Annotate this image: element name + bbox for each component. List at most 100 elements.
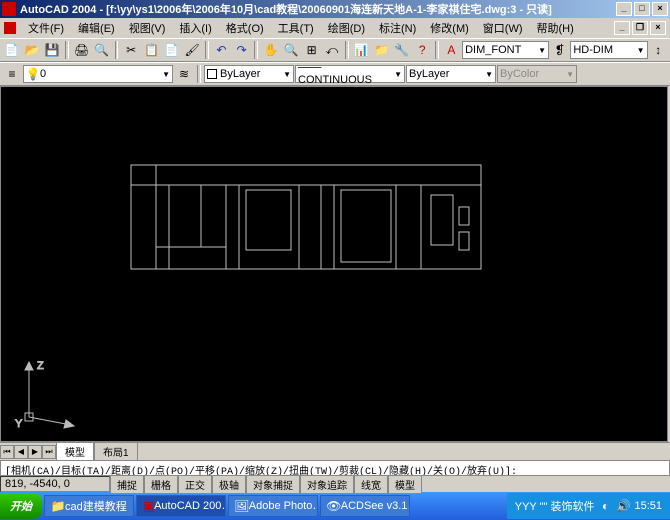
redo-icon: ↷ bbox=[235, 43, 249, 57]
lineweight-value: ByLayer bbox=[409, 68, 449, 80]
dim-style-combo[interactable]: DIM_FONT▼ bbox=[462, 41, 549, 59]
system-tray[interactable]: YYY "" 装饰软件 ◐ 🔊 15:51 bbox=[507, 493, 670, 519]
new-icon: 📄 bbox=[5, 43, 19, 57]
menu-draw[interactable]: 绘图(D) bbox=[322, 18, 371, 38]
separator bbox=[197, 65, 201, 83]
autocad-icon: ▣ bbox=[143, 499, 154, 513]
status-lwt[interactable]: 线宽 bbox=[354, 475, 388, 494]
props-button[interactable]: 📊 bbox=[352, 40, 371, 60]
paste-button[interactable]: 📄 bbox=[162, 40, 181, 60]
separator bbox=[115, 41, 119, 59]
print-icon: 🖨 bbox=[75, 43, 89, 57]
menu-dimension[interactable]: 标注(N) bbox=[373, 18, 422, 38]
window-titlebar: AutoCAD 2004 - [f:\yy\ys1\2006年\2006年10月… bbox=[0, 0, 670, 18]
tab-first-button[interactable]: ⏮ bbox=[0, 445, 14, 459]
cut-button[interactable]: ✂ bbox=[121, 40, 140, 60]
separator bbox=[254, 41, 258, 59]
layout-tabbar: ⏮ ◀ ▶ ⏭ 模型 布局1 bbox=[0, 442, 670, 460]
acdsee-icon: 👁 bbox=[327, 499, 341, 513]
separator bbox=[65, 41, 69, 59]
tool-button[interactable]: 🔧 bbox=[392, 40, 411, 60]
zoom-prev-button[interactable]: ⤺ bbox=[322, 40, 341, 60]
volume-icon[interactable]: 🔊 bbox=[616, 499, 630, 513]
dim2-button[interactable]: ❡ bbox=[550, 40, 569, 60]
copy-button[interactable]: 📋 bbox=[142, 40, 161, 60]
new-button[interactable]: 📄 bbox=[2, 40, 21, 60]
undo-button[interactable]: ↶ bbox=[212, 40, 231, 60]
menu-format[interactable]: 格式(O) bbox=[220, 18, 270, 38]
tray-icon[interactable]: ◐ bbox=[598, 499, 612, 513]
bulb-icon: 💡 bbox=[26, 67, 40, 81]
maximize-button[interactable]: □ bbox=[634, 2, 650, 16]
layer-mgr-button[interactable]: ≡ bbox=[2, 64, 22, 84]
dim2-icon: ❡ bbox=[553, 43, 567, 57]
tab-next-button[interactable]: ▶ bbox=[28, 445, 42, 459]
open-button[interactable]: 📂 bbox=[22, 40, 41, 60]
print-button[interactable]: 🖨 bbox=[72, 40, 91, 60]
doc-restore-button[interactable]: ❐ bbox=[632, 21, 648, 35]
window-title: AutoCAD 2004 - [f:\yy\ys1\2006年\2006年10月… bbox=[20, 1, 616, 17]
layer-value: 0 bbox=[40, 68, 46, 80]
minimize-button[interactable]: _ bbox=[616, 2, 632, 16]
status-snap[interactable]: 捕捉 bbox=[110, 475, 144, 494]
doc-close-button[interactable]: × bbox=[650, 21, 666, 35]
menu-view[interactable]: 视图(V) bbox=[123, 18, 172, 38]
props-icon: 📊 bbox=[354, 43, 368, 57]
status-ortho[interactable]: 正交 bbox=[178, 475, 212, 494]
doc-minimize-button[interactable]: _ bbox=[614, 21, 630, 35]
menu-edit[interactable]: 编辑(E) bbox=[72, 18, 121, 38]
match-icon: 🖌 bbox=[185, 43, 199, 57]
menu-tools[interactable]: 工具(T) bbox=[272, 18, 320, 38]
help-button[interactable]: ? bbox=[413, 40, 432, 60]
zoom-win-button[interactable]: ⊞ bbox=[302, 40, 321, 60]
plotstyle-combo[interactable]: ByColor▼ bbox=[497, 65, 577, 83]
menu-insert[interactable]: 插入(I) bbox=[173, 18, 217, 38]
layer-combo[interactable]: 💡0▼ bbox=[23, 65, 173, 83]
paste-icon: 📄 bbox=[165, 43, 179, 57]
drawing-canvas[interactable]: Z Y bbox=[0, 86, 668, 442]
menu-window[interactable]: 窗口(W) bbox=[477, 18, 529, 38]
close-button[interactable]: × bbox=[652, 2, 668, 16]
separator bbox=[205, 41, 209, 59]
redo-button[interactable]: ↷ bbox=[232, 40, 251, 60]
menu-file[interactable]: 文件(F) bbox=[22, 18, 70, 38]
menu-help[interactable]: 帮助(H) bbox=[531, 18, 580, 38]
open-icon: 📂 bbox=[25, 43, 39, 57]
match-button[interactable]: 🖌 bbox=[182, 40, 201, 60]
color-combo[interactable]: ByLayer▼ bbox=[204, 65, 294, 83]
start-button[interactable]: 开始 bbox=[0, 493, 42, 519]
status-otrack[interactable]: 对象追踪 bbox=[300, 475, 354, 494]
linetype-combo[interactable]: ─── CONTINUOUS▼ bbox=[295, 65, 405, 83]
task-item-autocad[interactable]: ▣AutoCAD 200… bbox=[136, 495, 226, 517]
tab-layout1[interactable]: 布局1 bbox=[94, 442, 138, 461]
status-grid[interactable]: 栅格 bbox=[144, 475, 178, 494]
preview-button[interactable]: 🔍 bbox=[92, 40, 111, 60]
menu-modify[interactable]: 修改(M) bbox=[424, 18, 475, 38]
status-model[interactable]: 模型 bbox=[388, 475, 422, 494]
layers-icon: ≡ bbox=[5, 67, 19, 81]
windows-taskbar: 开始 📁cad建模教程 ▣AutoCAD 200… 🖼Adobe Photo… … bbox=[0, 492, 670, 520]
chevron-down-icon: ▼ bbox=[538, 46, 546, 55]
color-value: ByLayer bbox=[220, 68, 260, 80]
dim-style2-combo[interactable]: HD-DIM▼ bbox=[570, 41, 647, 59]
lineweight-combo[interactable]: ByLayer ▼ bbox=[406, 65, 496, 83]
save-button[interactable]: 💾 bbox=[43, 40, 62, 60]
task-item-cad-tutorial[interactable]: 📁cad建模教程 bbox=[44, 495, 134, 517]
dim-icon: A bbox=[444, 43, 458, 57]
dim3-button[interactable]: ↕ bbox=[649, 40, 668, 60]
status-osnap[interactable]: 对象捕捉 bbox=[246, 475, 300, 494]
tab-model[interactable]: 模型 bbox=[56, 442, 94, 461]
dc-button[interactable]: 📁 bbox=[372, 40, 391, 60]
tab-prev-button[interactable]: ◀ bbox=[14, 445, 28, 459]
layer-prev-button[interactable]: ≋ bbox=[174, 64, 194, 84]
task-item-acdsee[interactable]: 👁ACDSee v3.1… bbox=[320, 495, 410, 517]
save-icon: 💾 bbox=[45, 43, 59, 57]
dim-button[interactable]: A bbox=[442, 40, 461, 60]
task-item-photoshop[interactable]: 🖼Adobe Photo… bbox=[228, 495, 318, 517]
pan-button[interactable]: ✋ bbox=[261, 40, 280, 60]
tab-last-button[interactable]: ⏭ bbox=[42, 445, 56, 459]
zoom-rt-button[interactable]: 🔍 bbox=[282, 40, 301, 60]
status-polar[interactable]: 极轴 bbox=[212, 475, 246, 494]
zoom-win-icon: ⊞ bbox=[305, 43, 319, 57]
chevron-down-icon: ▼ bbox=[485, 70, 493, 79]
